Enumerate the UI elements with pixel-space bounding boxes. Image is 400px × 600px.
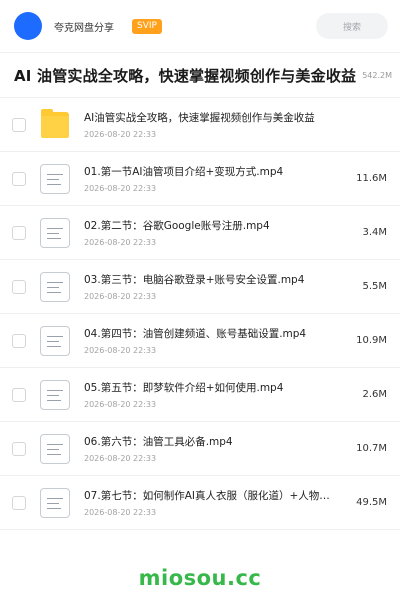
video-file-icon: [40, 433, 70, 464]
list-item[interactable]: 03.第三节：电脑谷歌登录+账号安全设置.mp4 2026-08-20 22:33…: [0, 260, 400, 314]
file-info: 01.第一节AI油管项目介绍+变现方式.mp4 2026-08-20 22:33: [84, 164, 346, 193]
file-name: 05.第五节：即梦软件介绍+如何使用.mp4: [84, 382, 284, 394]
file-info: 06.第六节：油管工具必备.mp4 2026-08-20 22:33: [84, 434, 346, 463]
file-date: 2026-08-20 22:33: [84, 508, 157, 517]
file-date: 2026-08-20 22:33: [84, 454, 157, 463]
file-info: AI油管实战全攻略，快速掌握视频创作与美金收益 2026-08-20 22:33: [84, 110, 377, 139]
file-info: 05.第五节：即梦软件介绍+如何使用.mp4 2026-08-20 22:33: [84, 380, 352, 409]
row-checkbox[interactable]: [12, 333, 26, 348]
row-checkbox[interactable]: [12, 225, 26, 240]
video-file-icon: [40, 325, 70, 356]
folder-icon: [40, 108, 70, 140]
list-item[interactable]: 02.第二节：谷歌Google账号注册.mp4 2026-08-20 22:33 3…: [0, 206, 400, 260]
file-size: 10.9M: [356, 335, 387, 346]
row-checkbox[interactable]: [12, 495, 26, 510]
list-item[interactable]: 05.第五节：即梦软件介绍+如何使用.mp4 2026-08-20 22:33 2.…: [0, 368, 400, 422]
file-name: 03.第三节：电脑谷歌登录+账号安全设置.mp4: [84, 274, 305, 286]
file-name: 01.第一节AI油管项目介绍+变现方式.mp4: [84, 166, 284, 178]
file-date: 2026-08-20 22:33: [84, 346, 157, 355]
watermark: miosou.cc: [138, 566, 262, 590]
file-info: 03.第三节：电脑谷歌登录+账号安全设置.mp4 2026-08-20 22:33: [84, 272, 352, 301]
file-info: 04.第四节：油管创建频道、账号基础设置.mp4 2026-08-20 22:33: [84, 326, 346, 355]
file-name: 04.第四节：油管创建频道、账号基础设置.mp4: [84, 328, 307, 340]
row-checkbox[interactable]: [12, 441, 26, 456]
share-title-row: AI 油管实战全攻略，快速掌握视频创作与美金收益 542.2M: [0, 52, 400, 98]
file-date: 2026-08-20 22:33: [84, 130, 157, 139]
video-file-icon: [40, 271, 70, 302]
video-file-icon: [40, 217, 70, 248]
file-name: 07.第七节：如何制作AI真人衣服（服化道）+人物…: [84, 490, 330, 502]
file-size: 5.5M: [362, 281, 387, 292]
total-size: 542.2M: [362, 70, 392, 80]
file-date: 2026-08-20 22:33: [84, 292, 157, 301]
file-size: 10.7M: [356, 443, 387, 454]
file-name: AI油管实战全攻略，快速掌握视频创作与美金收益: [84, 112, 315, 124]
video-file-icon: [40, 163, 70, 194]
file-name: 06.第六节：油管工具必备.mp4: [84, 436, 233, 448]
file-date: 2026-08-20 22:33: [84, 400, 157, 409]
file-date: 2026-08-20 22:33: [84, 238, 157, 247]
file-size: 11.6M: [356, 173, 387, 184]
search-button[interactable]: 搜索: [316, 13, 388, 39]
list-item[interactable]: 06.第六节：油管工具必备.mp4 2026-08-20 22:33 10.7M: [0, 422, 400, 476]
file-info: 02.第二节：谷歌Google账号注册.mp4 2026-08-20 22:33: [84, 218, 352, 247]
brand-name: 夸克网盘分享: [54, 22, 114, 34]
file-info: 07.第七节：如何制作AI真人衣服（服化道）+人物… 2026-08-20 22:…: [84, 488, 346, 517]
list-item[interactable]: 07.第七节：如何制作AI真人衣服（服化道）+人物… 2026-08-20 22:…: [0, 476, 400, 530]
file-name: 02.第二节：谷歌Google账号注册.mp4: [84, 220, 270, 232]
row-checkbox[interactable]: [12, 387, 26, 402]
file-list: AI油管实战全攻略，快速掌握视频创作与美金收益 2026-08-20 22:33 0…: [0, 98, 400, 530]
file-size: 49.5M: [356, 497, 387, 508]
video-file-icon: [40, 487, 70, 518]
header-bar: 夸克网盘分享 SVIP 搜索: [0, 0, 400, 52]
avatar[interactable]: [14, 12, 42, 40]
file-size: 3.4M: [362, 227, 387, 238]
row-checkbox[interactable]: [12, 117, 26, 132]
page-title: AI 油管实战全攻略，快速掌握视频创作与美金收益: [14, 66, 357, 85]
video-file-icon: [40, 379, 70, 410]
row-checkbox[interactable]: [12, 171, 26, 186]
row-checkbox[interactable]: [12, 279, 26, 294]
list-item[interactable]: AI油管实战全攻略，快速掌握视频创作与美金收益 2026-08-20 22:33: [0, 98, 400, 152]
list-item[interactable]: 04.第四节：油管创建频道、账号基础设置.mp4 2026-08-20 22:33…: [0, 314, 400, 368]
file-date: 2026-08-20 22:33: [84, 184, 157, 193]
file-size: 2.6M: [362, 389, 387, 400]
svip-badge: SVIP: [132, 18, 162, 34]
list-item[interactable]: 01.第一节AI油管项目介绍+变现方式.mp4 2026-08-20 22:33 1…: [0, 152, 400, 206]
